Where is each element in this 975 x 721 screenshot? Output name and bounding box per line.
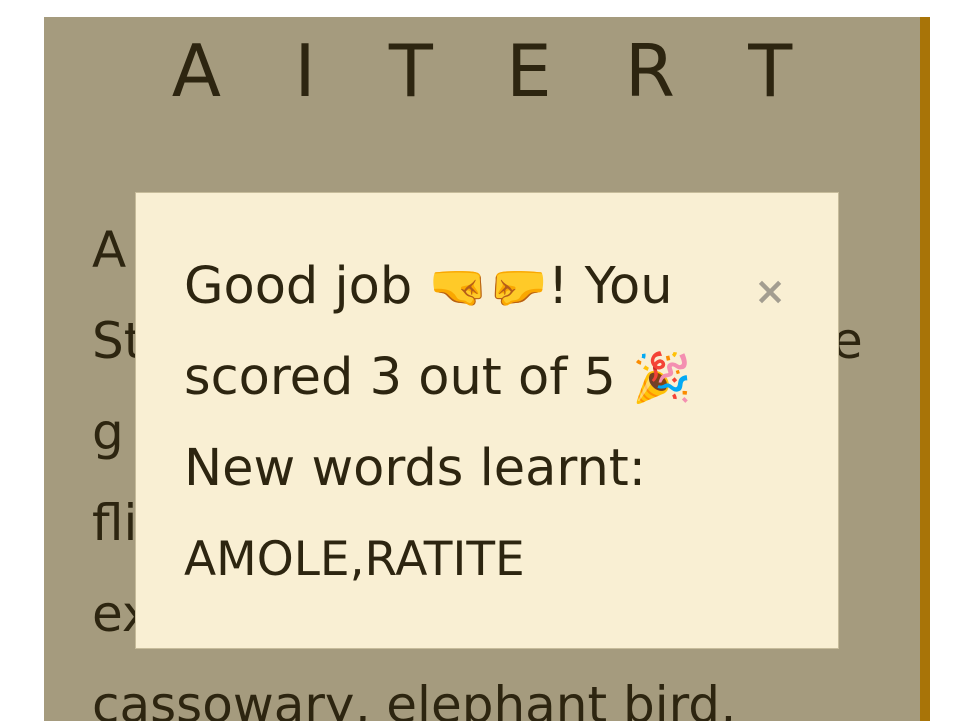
fist-bump-icon: 🤜🤛 — [428, 259, 548, 315]
greeting-suffix: ! You — [548, 257, 673, 316]
result-message: Good job 🤜🤛! You scored 3 out of 5 🎉 New… — [184, 241, 744, 605]
definition-line: cassowary, elephant bird, — [92, 676, 736, 721]
close-icon[interactable]: × — [750, 271, 790, 311]
score-text: scored 3 out of 5 — [184, 348, 633, 407]
scrambled-word: A I T E R T — [171, 29, 818, 113]
new-words-label: New words learnt: — [184, 439, 646, 498]
result-line-score: scored 3 out of 5 🎉 — [184, 332, 744, 423]
game-panel: A I T E R T A St e g fli ex cassowary, el… — [44, 17, 920, 721]
greeting-text: Good job — [184, 257, 429, 316]
result-line-greeting: Good job 🤜🤛! You — [184, 241, 744, 332]
words-learnt: AMOLE,RATITE — [184, 532, 525, 587]
accent-bar — [920, 17, 930, 721]
party-popper-icon: 🎉 — [632, 350, 692, 406]
result-modal: Good job 🤜🤛! You scored 3 out of 5 🎉 New… — [135, 192, 839, 649]
